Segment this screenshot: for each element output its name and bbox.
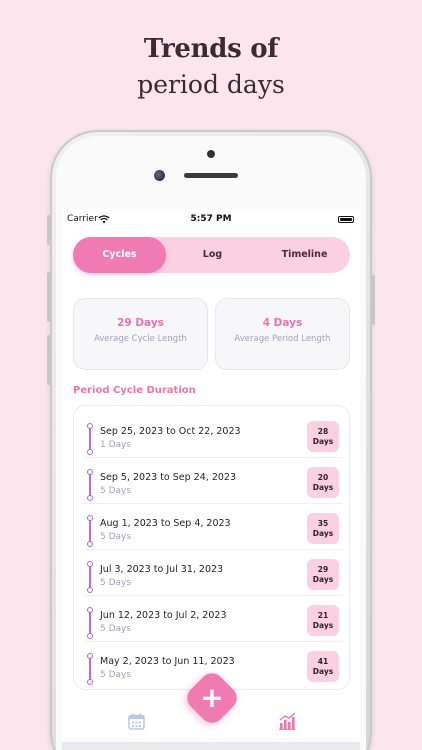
period-days: 5 Days [100, 486, 132, 496]
app-screen: Carrier 5:57 PM Cycles Log Timeline 29 D… [62, 209, 360, 750]
timeline-start-dot [87, 515, 93, 521]
calendar-icon[interactable] [128, 713, 145, 730]
period-days: 5 Days [100, 670, 132, 680]
home-indicator-area [62, 742, 360, 750]
cycle-date-range: Jul 3, 2023 to Jul 31, 2023 [100, 564, 224, 575]
timeline-line [89, 472, 91, 496]
stat-card-cycle-length: 29 Days Average Cycle Length [73, 298, 208, 370]
headline-title: Trends of [143, 34, 279, 64]
cycle-date-range: May 2, 2023 to Jun 11, 2023 [100, 656, 235, 667]
earpiece-speaker [184, 173, 238, 178]
timeline-end-dot [87, 495, 93, 501]
cycle-length-badge: 21 Days [307, 605, 339, 636]
timeline-start-dot [87, 653, 93, 659]
timeline-line [89, 564, 91, 588]
segmented-control: Cycles Log Timeline [73, 237, 350, 273]
cycle-row[interactable]: Sep 5, 2023 to Sep 24, 2023 5 Days 20 Day… [84, 458, 343, 504]
timeline-end-dot [87, 633, 93, 639]
period-days: 5 Days [100, 578, 132, 588]
bar-chart-icon[interactable] [278, 712, 296, 730]
timeline-line [89, 426, 91, 450]
headline-subtitle: period days [137, 70, 285, 99]
period-days: 1 Days [100, 440, 132, 450]
cycle-length-badge: 29 Days [307, 559, 339, 590]
section-title: Period Cycle Duration [73, 385, 196, 396]
period-days: 5 Days [100, 624, 132, 634]
period-days: 5 Days [100, 532, 132, 542]
timeline-end-dot [87, 541, 93, 547]
front-camera-icon [207, 150, 215, 158]
tab-log[interactable]: Log [166, 237, 259, 273]
timeline-line [89, 656, 91, 680]
cycle-length-badge: 20 Days [307, 467, 339, 498]
cycle-row[interactable]: Jun 12, 2023 to Jul 2, 2023 5 Days 21 Day… [84, 596, 343, 642]
cycle-date-range: Sep 25, 2023 to Oct 22, 2023 [100, 426, 241, 437]
timeline-start-dot [87, 423, 93, 429]
cycle-length-badge: 28 Days [307, 421, 339, 452]
phone-power-button [372, 275, 375, 325]
battery-icon [338, 216, 354, 223]
status-bar: Carrier 5:57 PM [62, 214, 360, 230]
cycle-list: Sep 25, 2023 to Oct 22, 2023 1 Days 28 Da… [73, 405, 350, 690]
cycle-date-range: Aug 1, 2023 to Sep 4, 2023 [100, 518, 231, 529]
cycle-length-badge: 41 Days [307, 651, 339, 682]
stat-value: 4 Days [262, 317, 303, 329]
cycle-date-range: Sep 5, 2023 to Sep 24, 2023 [100, 472, 236, 483]
timeline-end-dot [87, 449, 93, 455]
tab-cycles[interactable]: Cycles [73, 237, 166, 273]
timeline-line [89, 518, 91, 542]
stat-card-period-length: 4 Days Average Period Length [215, 298, 350, 370]
cycle-length-badge: 35 Days [307, 513, 339, 544]
stat-label: Average Cycle Length [94, 334, 187, 344]
timeline-start-dot [87, 561, 93, 567]
tab-timeline[interactable]: Timeline [259, 237, 350, 273]
timeline-line [89, 610, 91, 634]
timeline-end-dot [87, 679, 93, 685]
sensor-icon [154, 170, 165, 181]
cycle-row[interactable]: Sep 25, 2023 to Oct 22, 2023 1 Days 28 Da… [84, 412, 343, 458]
cycle-row[interactable]: Jul 3, 2023 to Jul 31, 2023 5 Days 29 Day… [84, 550, 343, 596]
timeline-start-dot [87, 469, 93, 475]
plus-icon[interactable]: + [191, 677, 233, 719]
cycle-date-range: Jun 12, 2023 to Jul 2, 2023 [100, 610, 227, 621]
stat-value: 29 Days [117, 317, 164, 329]
timeline-end-dot [87, 587, 93, 593]
stat-label: Average Period Length [234, 334, 331, 344]
cycle-row[interactable]: Aug 1, 2023 to Sep 4, 2023 5 Days 35 Days [84, 504, 343, 550]
status-time: 5:57 PM [190, 214, 232, 224]
timeline-start-dot [87, 607, 93, 613]
